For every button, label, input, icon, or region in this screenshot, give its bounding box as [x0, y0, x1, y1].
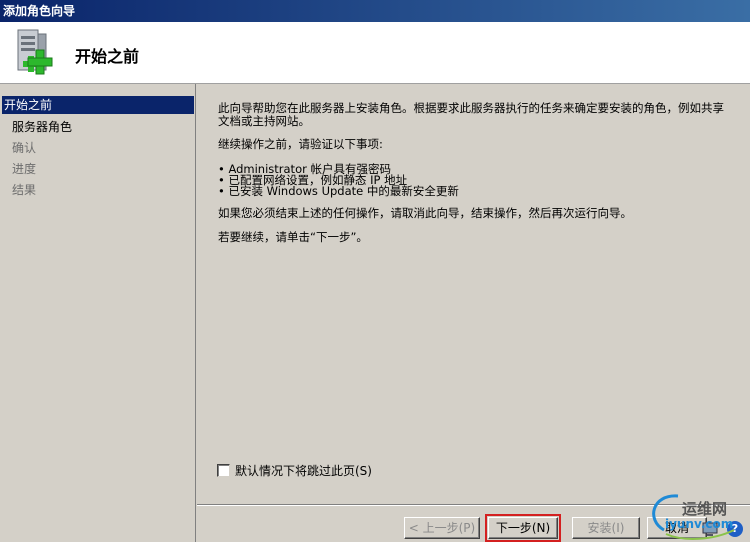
- skip-page-checkbox[interactable]: [217, 463, 230, 477]
- step-before-you-begin[interactable]: 开始之前: [2, 96, 194, 114]
- intro-text: 此向导帮助您在此服务器上安装角色。根据要求此服务器执行的任务来确定要安装的角色，…: [218, 101, 724, 128]
- server-add-icon: [17, 29, 53, 75]
- install-button: 安装(I): [572, 517, 640, 539]
- window-title: 添加角色向导: [0, 0, 750, 22]
- step-progress: 进度: [12, 162, 37, 176]
- back-button: < 上一步(P): [404, 517, 480, 539]
- watermark-url: iyunv.com: [665, 517, 734, 531]
- wizard-content: 此向导帮助您在此服务器上安装角色。根据要求此服务器执行的任务来确定要安装的角色，…: [197, 84, 750, 542]
- watermark-text: 运维网: [682, 500, 728, 518]
- continue-note: 若要继续，请单击“下一步”。: [218, 230, 368, 244]
- page-title: 开始之前: [75, 47, 140, 66]
- skip-page-label[interactable]: 默认情况下将跳过此页(S): [235, 462, 372, 479]
- prerequisite-list: • Administrator 帐户具有强密码 • 已配置网络设置，例如静态 I…: [218, 163, 459, 198]
- wizard-header: 开始之前: [0, 22, 750, 84]
- button-divider: [197, 504, 750, 506]
- next-button[interactable]: 下一步(N) >: [485, 514, 561, 542]
- step-confirmation: 确认: [12, 141, 37, 155]
- cancel-note: 如果您必须结束上述的任何操作，请取消此向导，结束操作，然后再次运行向导。: [218, 206, 632, 220]
- verify-heading: 继续操作之前，请验证以下事项:: [218, 137, 383, 151]
- step-server-roles[interactable]: 服务器角色: [2, 118, 194, 136]
- wizard-steps-sidebar: 开始之前 服务器角色 确认 进度 结果: [0, 84, 196, 542]
- list-item: • 已安装 Windows Update 中的最新安全更新: [218, 184, 459, 198]
- step-results: 结果: [12, 183, 37, 197]
- skip-page-option[interactable]: 默认情况下将跳过此页(S): [217, 462, 372, 478]
